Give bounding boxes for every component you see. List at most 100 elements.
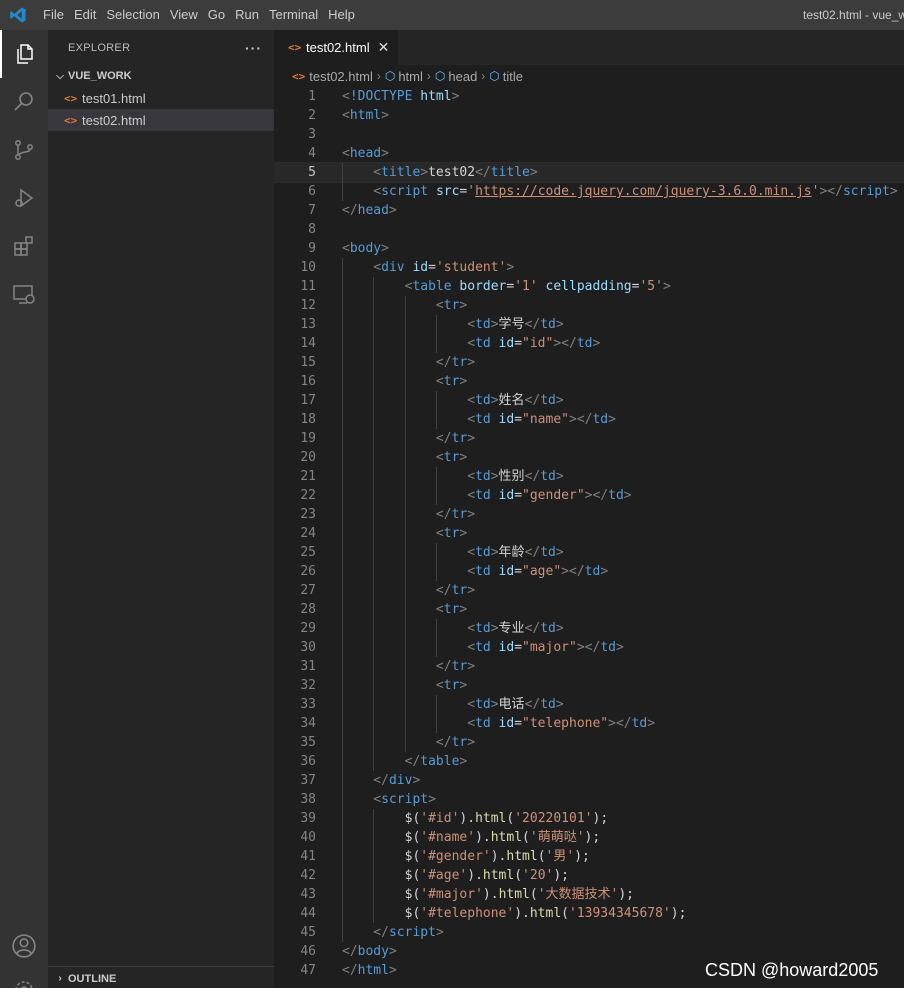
code-token: > [467, 355, 476, 370]
chevron-right-icon: › [481, 69, 486, 83]
code-line: 32 <tr> [274, 676, 904, 695]
tab-test02[interactable]: <> test02.html ✕ [274, 30, 398, 65]
code-line: 24 <tr> [274, 524, 904, 543]
account-icon[interactable] [0, 922, 48, 970]
code-token: id [498, 412, 515, 427]
code-text: <td>年龄</td> [342, 543, 563, 562]
code-line: 39 $('#id').html('20220101'); [274, 809, 904, 828]
code-editor[interactable]: 1 <!DOCTYPE html> 2 <html> 3 4 <head> 5 <title>… [274, 87, 904, 988]
code-line: 15 </tr> [274, 353, 904, 372]
run-debug-icon[interactable] [0, 174, 48, 222]
code-line: 1 <!DOCTYPE html> [274, 87, 904, 106]
code-token: script [381, 184, 436, 199]
menu-help[interactable]: Help [323, 0, 360, 30]
extensions-icon[interactable] [0, 222, 48, 270]
code-token: ). [514, 906, 530, 921]
code-token: > [459, 602, 468, 617]
code-token: ); [592, 811, 609, 826]
title-bar: File Edit Selection View Go Run Terminal Help t… [0, 0, 904, 30]
code-token: > [467, 431, 476, 446]
code-token: title [381, 165, 421, 180]
activity-bar [0, 30, 48, 988]
code-text: <title>test02</title> [342, 163, 537, 182]
code-token: > [459, 526, 468, 541]
code-token: > [600, 564, 609, 579]
breadcrumb-html[interactable]: html [398, 69, 423, 84]
code-token: > [615, 640, 624, 655]
breadcrumb-head[interactable]: head [448, 69, 477, 84]
code-text: </tr> [342, 581, 475, 600]
code-text: </div> [342, 771, 420, 790]
outline-section[interactable]: › OUTLINE [48, 966, 274, 988]
menu-view[interactable]: View [165, 0, 203, 30]
code-token: </ [342, 963, 358, 978]
file-test01[interactable]: <> test01.html [48, 87, 274, 109]
line-number: 12 [300, 298, 316, 313]
code-line: 35 </tr> [274, 733, 904, 752]
source-control-icon[interactable] [0, 126, 48, 174]
file-test02[interactable]: <> test02.html [48, 109, 274, 131]
code-token: '#id' [420, 811, 460, 826]
explorer-sidebar: EXPLORER ··· ⌵ VUE_WORK <> test01.html <… [48, 30, 274, 988]
explorer-icon[interactable] [0, 30, 48, 78]
code-token: > [459, 374, 468, 389]
code-token: > [506, 260, 515, 275]
code-token: test02 [428, 165, 476, 180]
code-token: id [498, 716, 515, 731]
menu-go[interactable]: Go [203, 0, 230, 30]
code-token: tr [443, 526, 460, 541]
code-token: td [576, 336, 593, 351]
code-token: tr [443, 678, 460, 693]
code-token: ( [529, 887, 538, 902]
code-text: $('#major').html('大数据技术'); [342, 885, 634, 904]
remote-explorer-icon[interactable] [0, 270, 48, 318]
search-icon[interactable] [0, 78, 48, 126]
outline-title: OUTLINE [68, 973, 117, 985]
code-token: title [490, 165, 530, 180]
code-token: html [349, 108, 382, 123]
menu-terminal[interactable]: Terminal [264, 0, 323, 30]
code-token: </ [342, 583, 452, 598]
folder-vue-work[interactable]: ⌵ VUE_WORK [48, 65, 274, 87]
code-token: < [342, 450, 444, 465]
line-number: 27 [300, 583, 316, 598]
code-text: <td>姓名</td> [342, 391, 564, 410]
code-token: < [342, 108, 350, 123]
code-token: > [889, 184, 898, 199]
line-number: 11 [300, 279, 316, 294]
menu-edit[interactable]: Edit [69, 0, 101, 30]
menu-selection[interactable]: Selection [101, 0, 164, 30]
line-number: 22 [300, 488, 316, 503]
breadcrumb-file[interactable]: test02.html [309, 69, 373, 84]
code-token: html [357, 963, 389, 978]
settings-icon[interactable] [0, 966, 48, 988]
code-text: <tr> [342, 296, 467, 315]
code-text: <td id="gender"></td> [342, 486, 632, 505]
code-text: <head> [342, 144, 389, 163]
code-token: = [514, 336, 523, 351]
code-token: > [412, 773, 421, 788]
code-token: td [475, 697, 491, 712]
line-number: 44 [300, 906, 316, 921]
code-token: > [623, 488, 632, 503]
code-token: = [514, 564, 523, 579]
code-token: > [555, 393, 564, 408]
menu-run[interactable]: Run [230, 0, 264, 30]
code-line: 41 $('#gender').html('男'); [274, 847, 904, 866]
more-actions-button[interactable]: ··· [245, 40, 262, 56]
code-token: </ [524, 317, 541, 332]
html-file-icon: <> [64, 91, 78, 105]
code-text: $('#name').html('萌萌哒'); [342, 828, 601, 847]
close-icon[interactable]: ✕ [378, 39, 390, 56]
code-token: td [475, 564, 499, 579]
code-token: > [555, 469, 564, 484]
code-token: </ [475, 165, 491, 180]
code-token: </ [342, 754, 421, 769]
breadcrumb-title[interactable]: title [503, 69, 523, 84]
code-token: > [490, 545, 499, 560]
code-token: < [342, 184, 382, 199]
code-token: > [420, 165, 429, 180]
editor-tabs: <> test02.html ✕ [274, 30, 904, 65]
menu-file[interactable]: File [38, 0, 69, 30]
code-token: ). [490, 849, 507, 864]
